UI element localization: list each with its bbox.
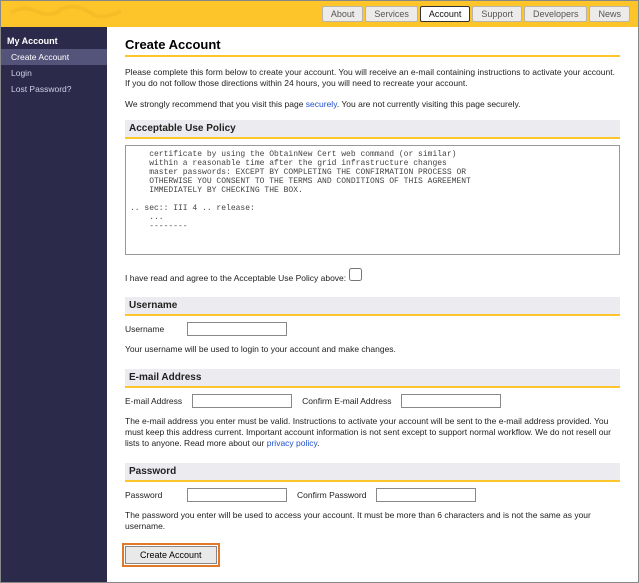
username-heading: Username [125,297,620,316]
worldmap-decoration [1,1,141,27]
password-label: Password [125,490,177,500]
email-help-text: The e-mail address you enter must be val… [125,416,611,448]
topnav-developers[interactable]: Developers [524,6,588,22]
sidebar: My Account Create Account Login Lost Pas… [1,27,107,582]
aup-textarea[interactable] [125,145,620,255]
username-input[interactable] [187,322,287,336]
securely-link[interactable]: securely [306,99,337,109]
topnav-news[interactable]: News [589,6,630,22]
app-window: About Services Account Support Developer… [0,0,639,583]
intro2-part-a: We strongly recommend that you visit thi… [125,99,306,109]
password-heading: Password [125,463,620,482]
sidebar-item-create-account[interactable]: Create Account [1,49,107,65]
email-label: E-mail Address [125,396,182,406]
email-input[interactable] [192,394,292,408]
topnav-support[interactable]: Support [472,6,522,22]
aup-heading: Acceptable Use Policy [125,120,620,139]
email-help-tail: . [317,438,319,448]
intro-paragraph-2: We strongly recommend that you visit thi… [125,99,620,110]
privacy-policy-link[interactable]: privacy policy [267,438,317,448]
sidebar-heading: My Account [1,33,107,49]
create-account-button[interactable]: Create Account [125,546,217,564]
topnav-services[interactable]: Services [365,6,418,22]
password-confirm-label: Confirm Password [297,490,366,500]
layout: My Account Create Account Login Lost Pas… [1,27,638,582]
password-row: Password Confirm Password [125,488,620,502]
main-content: Create Account Please complete this form… [107,27,638,582]
email-confirm-label: Confirm E-mail Address [302,396,391,406]
sidebar-item-login[interactable]: Login [1,65,107,81]
top-bar: About Services Account Support Developer… [1,1,638,27]
title-rule [125,55,620,57]
ack-label: I have read and agree to the Acceptable … [125,273,346,283]
email-heading: E-mail Address [125,369,620,388]
ack-row: I have read and agree to the Acceptable … [125,268,620,283]
sidebar-item-lost-password[interactable]: Lost Password? [1,81,107,97]
password-confirm-input[interactable] [376,488,476,502]
top-nav: About Services Account Support Developer… [322,6,630,22]
username-help: Your username will be used to login to y… [125,344,620,355]
ack-checkbox[interactable] [349,268,362,281]
email-help: The e-mail address you enter must be val… [125,416,620,449]
page-title: Create Account [125,37,620,52]
username-label: Username [125,324,177,334]
intro2-part-b: . You are not currently visiting this pa… [337,99,521,109]
username-row: Username [125,322,620,336]
email-confirm-input[interactable] [401,394,501,408]
password-input[interactable] [187,488,287,502]
intro-paragraph-1: Please complete this form below to creat… [125,67,620,89]
password-help: The password you enter will be used to a… [125,510,620,532]
email-row: E-mail Address Confirm E-mail Address [125,394,620,408]
topnav-about[interactable]: About [322,6,364,22]
topnav-account[interactable]: Account [420,6,471,22]
